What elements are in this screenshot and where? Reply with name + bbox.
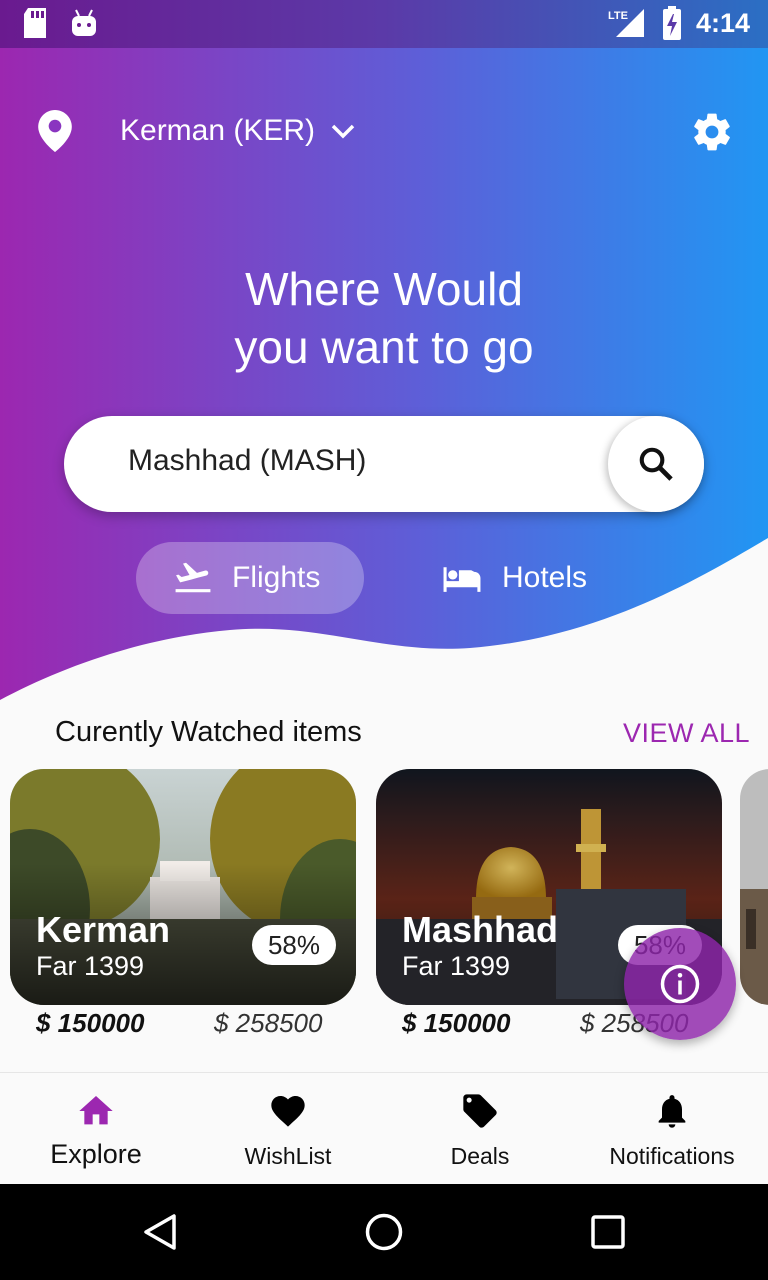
search-input[interactable]: Mashhad (MASH) (128, 444, 366, 478)
tab-hotels[interactable]: Hotels (442, 542, 587, 614)
bell-icon (658, 1095, 686, 1128)
card-date: Far 1399 (36, 951, 145, 981)
search-icon (639, 447, 673, 481)
android-icon (72, 9, 96, 36)
nav-explore-label: Explore (50, 1139, 142, 1169)
info-fab[interactable] (624, 928, 736, 1040)
tab-flights-label: Flights (232, 561, 321, 594)
nav-wishlist-label: WishList (244, 1143, 332, 1169)
nav-notifications[interactable]: Notifications (576, 1073, 768, 1185)
tab-hotels-label: Hotels (502, 561, 588, 594)
home-button-icon[interactable] (364, 1212, 404, 1252)
card-price: $ 150000 (36, 1008, 145, 1038)
headline-line-1: Where Would (245, 263, 523, 315)
search-field[interactable]: Mashhad (MASH) (64, 416, 704, 512)
nav-deals[interactable]: Deals (384, 1073, 576, 1185)
view-all-link[interactable]: VIEW ALL (623, 718, 750, 749)
bottom-navigation: Explore WishList Deals Notifications (0, 1072, 768, 1184)
info-icon (660, 964, 700, 1004)
svg-text:LTE: LTE (608, 10, 628, 22)
sd-card-icon (24, 8, 46, 38)
flight-takeoff-icon (175, 562, 211, 593)
watched-card-partial[interactable] (740, 769, 768, 1005)
system-navigation-bar (0, 1184, 768, 1280)
card-date: Far 1399 (402, 951, 511, 981)
mode-tabs: Flights Hotels (136, 542, 636, 614)
nav-explore[interactable]: Explore (0, 1073, 192, 1185)
signal-icon: LTE (608, 9, 644, 37)
tab-flights[interactable]: Flights (136, 542, 364, 614)
back-icon[interactable] (140, 1212, 180, 1252)
nav-deals-label: Deals (450, 1143, 510, 1169)
location-label: Kerman (KER) (120, 114, 316, 147)
nav-notifications-label: Notifications (609, 1143, 735, 1169)
header: Kerman (KER) Where Would you want to go … (0, 48, 768, 748)
card-city: Mashhad (402, 909, 559, 950)
location-selector[interactable]: Kerman (KER) (38, 108, 357, 154)
section-title: Curently Watched items (55, 716, 362, 748)
bed-icon (443, 567, 481, 592)
status-bar: LTE 4:14 (0, 0, 768, 48)
heart-icon (271, 1096, 305, 1127)
card-image (740, 769, 768, 1005)
headline: Where Would you want to go (0, 260, 768, 376)
card-old-price: $ 258500 (214, 1008, 323, 1038)
watched-card-kerman[interactable]: Kerman Far 1399 58% (10, 769, 356, 1005)
settings-gear-icon[interactable] (690, 110, 734, 154)
card-price: $ 150000 (402, 1008, 511, 1038)
search-button[interactable] (608, 416, 704, 512)
card-city: Kerman (36, 909, 171, 950)
tag-icon (463, 1094, 497, 1128)
status-time: 4:14 (695, 7, 750, 38)
chevron-down-icon (331, 124, 355, 139)
headline-line-2: you want to go (234, 321, 534, 373)
battery-charging-icon (662, 6, 681, 40)
nav-wishlist[interactable]: WishList (192, 1073, 384, 1185)
home-icon (79, 1096, 113, 1125)
recents-icon[interactable] (588, 1212, 628, 1252)
discount-badge: 58% (252, 925, 336, 965)
location-pin-icon (38, 110, 72, 152)
